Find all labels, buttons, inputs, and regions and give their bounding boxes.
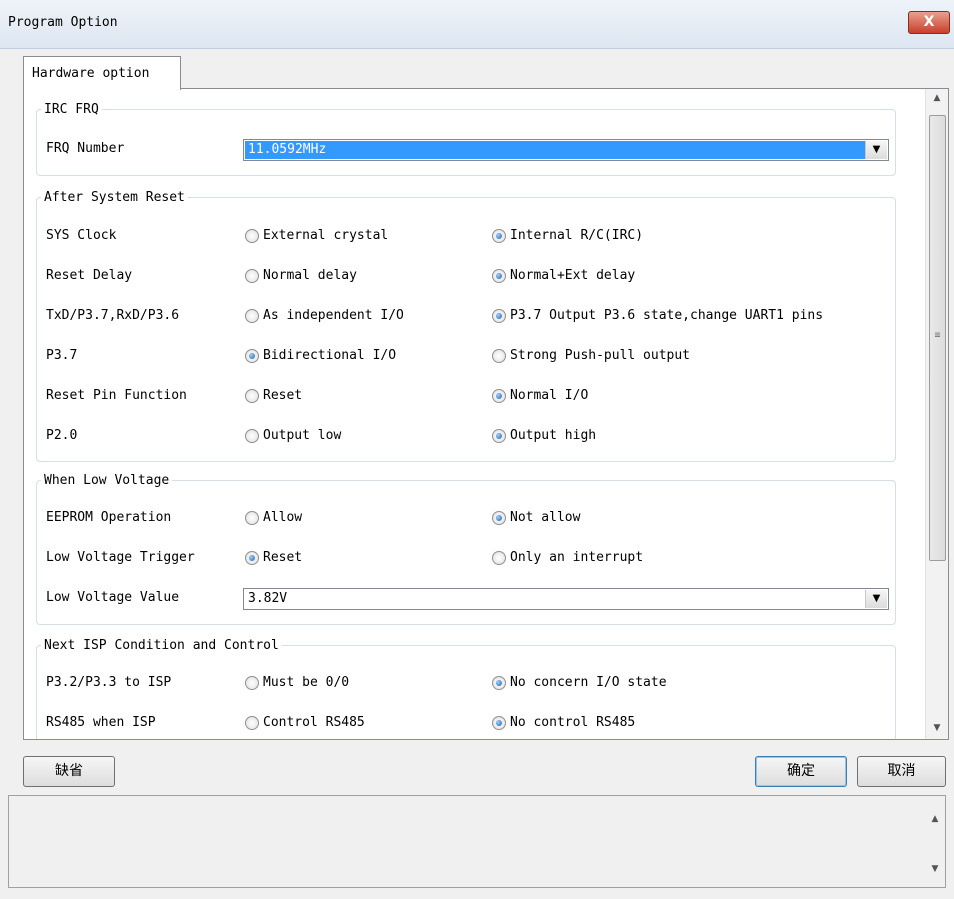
tab-hardware-option[interactable]: Hardware option <box>23 56 181 90</box>
dropdown-arrow-icon[interactable]: ▼ <box>865 141 887 159</box>
close-button[interactable]: X <box>908 11 950 34</box>
radio-option-label[interactable]: Output low <box>263 428 341 443</box>
next-isp-rows: P3.2/P3.3 to ISP Must be 0/0 No concern I/… <box>37 653 895 739</box>
radio-option-label[interactable]: Output high <box>510 428 596 443</box>
radio-button[interactable] <box>245 269 259 283</box>
frq-number-combobox[interactable]: 11.0592MHz ▼ <box>243 139 889 161</box>
option-row-label: P2.0 <box>46 428 78 443</box>
after-reset-legend: After System Reset <box>44 190 185 205</box>
radio-button[interactable] <box>492 676 506 690</box>
radio-button[interactable] <box>492 229 506 243</box>
radio-option-label[interactable]: Normal+Ext delay <box>510 268 635 283</box>
radio-button[interactable] <box>245 511 259 525</box>
radio-button[interactable] <box>492 551 506 565</box>
title-bar: Program Option X <box>0 0 954 49</box>
radio-option-label[interactable]: Internal R/C(IRC) <box>510 228 643 243</box>
scroll-up-icon[interactable]: ▲ <box>925 810 945 828</box>
radio-button[interactable] <box>245 349 259 363</box>
radio-option-label[interactable]: As independent I/O <box>263 308 404 323</box>
scroll-down-icon[interactable]: ▼ <box>925 860 945 878</box>
radio-button[interactable] <box>492 349 506 363</box>
dropdown-arrow-icon[interactable]: ▼ <box>865 590 887 608</box>
radio-button[interactable] <box>245 716 259 730</box>
options-scroll-area: IRC FRQ FRQ Number 11.0592MHz ▼ After Sy… <box>24 89 924 739</box>
radio-button[interactable] <box>492 511 506 525</box>
radio-option-label[interactable]: Normal I/O <box>510 388 588 403</box>
option-row-label: SYS Clock <box>46 228 117 243</box>
after-reset-group: After System Reset SYS Clock External cry… <box>36 190 896 462</box>
radio-option-label[interactable]: Bidirectional I/O <box>263 348 396 363</box>
radio-button[interactable] <box>245 309 259 323</box>
ok-button[interactable]: 确定 <box>755 756 847 787</box>
low-voltage-value-combobox[interactable]: 3.82V ▼ <box>243 588 889 610</box>
grip-icon: ≡ <box>934 330 941 341</box>
irc-frq-legend: IRC FRQ <box>44 102 99 117</box>
low-voltage-legend: When Low Voltage <box>44 473 170 488</box>
radio-option-label[interactable]: Must be 0/0 <box>263 675 349 690</box>
default-button[interactable]: 缺省 <box>23 756 115 787</box>
option-row-label: Reset Pin Function <box>46 388 187 403</box>
scroll-down-icon[interactable]: ▼ <box>926 719 948 737</box>
radio-button[interactable] <box>245 676 259 690</box>
radio-option-label[interactable]: Allow <box>263 510 302 525</box>
next-isp-group: Next ISP Condition and Control P3.2/P3.3… <box>36 638 896 739</box>
low-voltage-value-label: Low Voltage Value <box>46 590 180 605</box>
radio-option-label[interactable]: Not allow <box>510 510 580 525</box>
low-voltage-group: When Low Voltage EEPROM Operation Allow No… <box>36 473 896 625</box>
message-box[interactable]: ▲ ▼ <box>8 795 946 888</box>
tab-label: Hardware option <box>32 66 150 81</box>
option-row-label: P3.2/P3.3 to ISP <box>46 675 172 690</box>
close-icon: X <box>923 14 935 30</box>
option-row-label: Low Voltage Trigger <box>46 550 195 565</box>
radio-button[interactable] <box>245 229 259 243</box>
option-row-label: EEPROM Operation <box>46 510 172 525</box>
ok-button-label: 确定 <box>787 763 815 779</box>
radio-button[interactable] <box>245 429 259 443</box>
message-scrollbar[interactable]: ▲ ▼ <box>925 796 945 887</box>
window-title: Program Option <box>8 15 118 30</box>
radio-option-label[interactable]: Reset <box>263 550 302 565</box>
radio-button[interactable] <box>492 429 506 443</box>
tab-pane: IRC FRQ FRQ Number 11.0592MHz ▼ After Sy… <box>23 88 949 740</box>
radio-button[interactable] <box>245 389 259 403</box>
radio-option-label[interactable]: Reset <box>263 388 302 403</box>
cancel-button[interactable]: 取消 <box>857 756 946 787</box>
scroll-up-icon[interactable]: ▲ <box>926 89 948 107</box>
frq-number-label: FRQ Number <box>46 141 125 156</box>
radio-option-label[interactable]: P3.7 Output P3.6 state,change UART1 pins <box>510 308 823 323</box>
option-row-label: P3.7 <box>46 348 78 363</box>
cancel-button-label: 取消 <box>887 763 916 779</box>
option-row-label: TxD/P3.7,RxD/P3.6 <box>46 308 180 323</box>
options-scrollbar[interactable]: ▲ ≡ ▼ <box>925 89 948 739</box>
radio-option-label[interactable]: Only an interrupt <box>510 550 643 565</box>
frq-number-value: 11.0592MHz <box>245 141 865 159</box>
radio-option-label[interactable]: No control RS485 <box>510 715 635 730</box>
radio-button[interactable] <box>492 389 506 403</box>
radio-button[interactable] <box>492 309 506 323</box>
radio-option-label[interactable]: Control RS485 <box>263 715 365 730</box>
default-button-label: 缺省 <box>55 763 83 779</box>
after-reset-rows: SYS Clock External crystal Internal R/C(IR… <box>37 205 895 461</box>
radio-button[interactable] <box>492 716 506 730</box>
option-row-label: RS485 when ISP <box>46 715 156 730</box>
irc-frq-group: IRC FRQ FRQ Number 11.0592MHz ▼ <box>36 102 896 176</box>
radio-option-label[interactable]: No concern I/O state <box>510 675 667 690</box>
next-isp-legend: Next ISP Condition and Control <box>44 638 279 653</box>
radio-option-label[interactable]: Strong Push-pull output <box>510 348 690 363</box>
radio-button[interactable] <box>492 269 506 283</box>
radio-option-label[interactable]: Normal delay <box>263 268 357 283</box>
low-voltage-value: 3.82V <box>248 591 288 606</box>
radio-button[interactable] <box>245 551 259 565</box>
scrollbar-thumb[interactable]: ≡ <box>929 115 946 561</box>
radio-option-label[interactable]: External crystal <box>263 228 388 243</box>
option-row-label: Reset Delay <box>46 268 133 283</box>
